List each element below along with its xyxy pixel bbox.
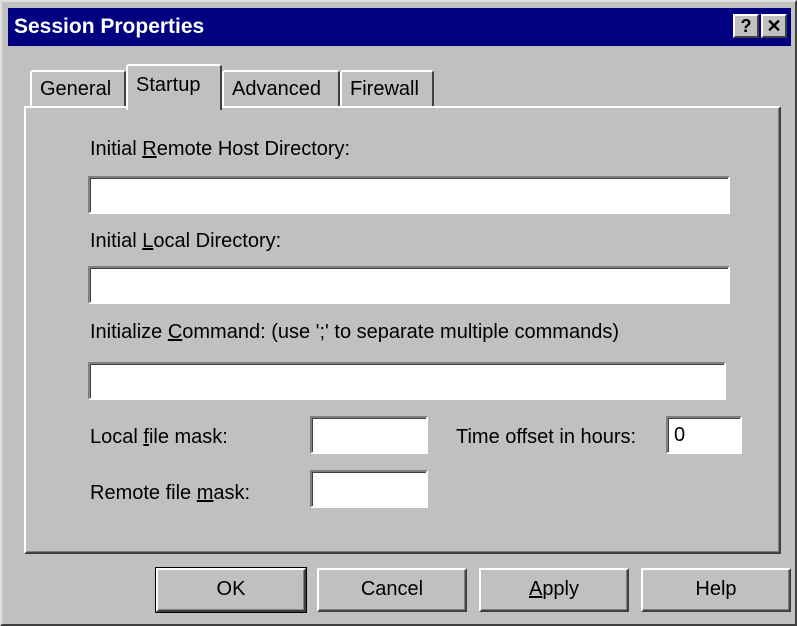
apply-accelerator: A — [528, 578, 543, 600]
remote-dir-input[interactable] — [88, 176, 730, 214]
tab-advanced[interactable]: Advanced — [222, 70, 340, 110]
local-dir-input[interactable] — [88, 266, 730, 304]
label-part: ocal Directory: — [153, 230, 282, 252]
remote-mask-input[interactable] — [310, 470, 428, 508]
label-part: emote Host Directory: — [156, 138, 351, 160]
apply-button[interactable]: Apply — [479, 568, 629, 612]
label-part: Local — [90, 426, 144, 448]
remote-mask-label: Remote file mask: — [90, 482, 250, 505]
window-title: Session Properties — [14, 15, 205, 38]
tab-general[interactable]: General — [30, 70, 126, 110]
label-part: Initialize — [90, 321, 168, 343]
time-offset-label: Time offset in hours: — [456, 426, 637, 448]
tab-startup[interactable]: Startup — [126, 64, 222, 110]
label-part: ile mask: — [148, 426, 228, 448]
local-mask-input[interactable] — [310, 416, 428, 454]
apply-label: pply — [542, 578, 580, 600]
title-bar[interactable]: Session Properties ? ✕ — [8, 8, 791, 46]
session-properties-dialog: Session Properties ? ✕ General Startup A… — [0, 0, 797, 626]
label-part: ommand: (use ';' to separate multiple co… — [182, 321, 619, 343]
label-accelerator: R — [142, 138, 157, 160]
tab-firewall[interactable]: Firewall — [340, 70, 434, 110]
close-icon[interactable]: ✕ — [761, 14, 787, 38]
label-accelerator: C — [167, 321, 183, 343]
label-part: Remote file — [90, 482, 197, 504]
time-offset-input[interactable] — [666, 416, 742, 454]
label-part: ask: — [213, 482, 251, 504]
cancel-button[interactable]: Cancel — [317, 568, 467, 612]
init-command-input[interactable] — [88, 362, 726, 400]
label-part: Initial — [90, 138, 143, 160]
help-icon[interactable]: ? — [733, 14, 759, 38]
label-part: Initial — [90, 230, 143, 252]
label-accelerator: L — [142, 230, 154, 252]
init-command-label: Initialize Command: (use ';' to separate… — [90, 321, 619, 344]
local-dir-label: Initial Local Directory: — [90, 230, 281, 253]
local-mask-label: Local file mask: — [90, 426, 228, 449]
help-button[interactable]: Help — [641, 568, 791, 612]
remote-dir-label: Initial Remote Host Directory: — [90, 138, 350, 161]
startup-tab-panel: Initial Remote Host Directory: Initial L… — [24, 106, 781, 554]
ok-button[interactable]: OK — [155, 567, 307, 613]
label-accelerator: m — [196, 482, 214, 504]
